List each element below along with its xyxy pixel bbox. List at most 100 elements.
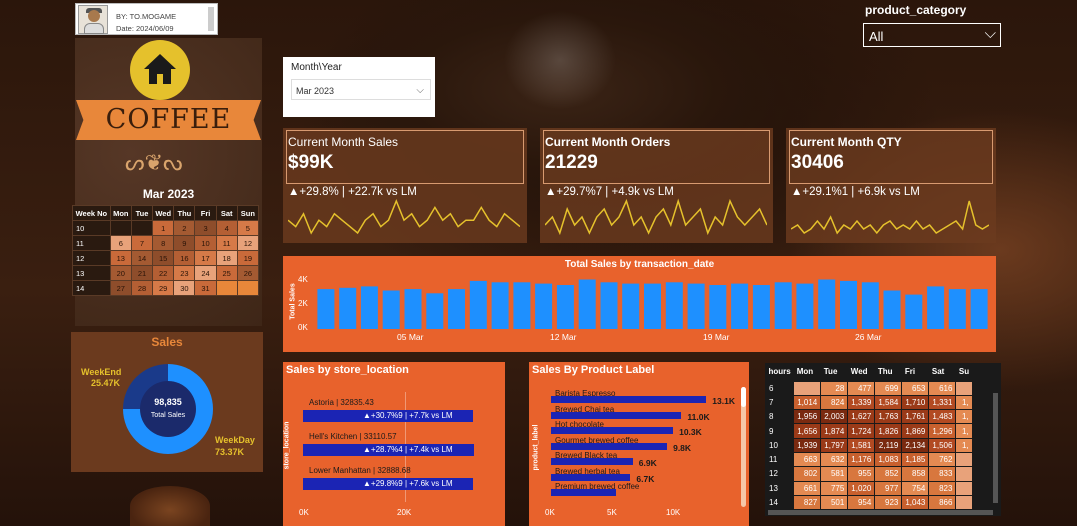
matrix-cell[interactable]: 833 (928, 466, 957, 482)
matrix-cell[interactable]: 1,014 (793, 394, 822, 411)
matrix-cell[interactable]: 1,185 (901, 451, 930, 468)
date-bar[interactable] (535, 283, 553, 329)
date-bar[interactable] (578, 279, 596, 330)
matrix-cell[interactable]: 1,956 (793, 409, 822, 425)
calendar-day[interactable]: 30 (173, 280, 196, 296)
calendar-day[interactable]: 15 (152, 250, 175, 266)
date-bar[interactable] (752, 285, 770, 329)
horizontal-scrollbar[interactable] (768, 510, 993, 515)
date-bar[interactable] (491, 282, 509, 329)
matrix-cell[interactable]: 824 (820, 394, 849, 411)
product-bar[interactable] (551, 458, 633, 465)
date-bar[interactable] (469, 280, 487, 329)
vertical-scrollbar[interactable] (993, 393, 998, 503)
date-bar[interactable] (339, 287, 357, 329)
matrix-cell[interactable]: 1,761 (901, 409, 930, 425)
matrix-cell[interactable]: 1,176 (847, 451, 876, 468)
matrix-cell[interactable] (955, 380, 973, 396)
vertical-scrollbar[interactable] (741, 387, 746, 507)
matrix-cell[interactable]: 616 (928, 380, 957, 396)
matrix-cell[interactable]: 977 (874, 480, 903, 496)
matrix-cell[interactable]: 866 (928, 494, 957, 511)
calendar-day[interactable]: 20 (109, 265, 132, 281)
date-bar[interactable] (731, 283, 749, 329)
matrix-cell[interactable]: 699 (874, 380, 903, 396)
matrix-cell[interactable]: 1,874 (820, 423, 849, 439)
calendar-day[interactable]: 31 (194, 280, 217, 296)
date-bar[interactable] (622, 283, 640, 329)
date-bar[interactable] (905, 294, 923, 329)
matrix-cell[interactable]: 1,483 (928, 409, 957, 425)
matrix-cell[interactable]: 661 (793, 480, 822, 496)
product-bar[interactable] (551, 473, 631, 481)
date-bar[interactable] (556, 285, 574, 329)
date-bar[interactable] (948, 289, 966, 329)
date-bar[interactable] (317, 289, 335, 329)
matrix-cell[interactable]: 1,869 (901, 423, 930, 439)
product-bar[interactable] (551, 411, 682, 419)
matrix-cell[interactable]: 1,581 (847, 437, 876, 453)
date-bar[interactable] (970, 289, 988, 329)
date-bar[interactable] (687, 283, 705, 329)
calendar-day[interactable]: 22 (152, 265, 175, 281)
date-bar[interactable] (382, 290, 400, 330)
matrix-cell[interactable]: 1,584 (874, 394, 903, 411)
matrix-cell[interactable]: 852 (874, 466, 903, 482)
calendar-day[interactable]: 1 (152, 220, 175, 236)
matrix-cell[interactable]: 1,763 (874, 409, 903, 425)
matrix-cell[interactable]: 653 (901, 380, 930, 396)
matrix-cell[interactable]: 28 (820, 380, 849, 396)
matrix-cell[interactable] (955, 494, 973, 511)
matrix-cell[interactable]: 1,506 (928, 437, 957, 453)
calendar-day[interactable] (130, 220, 154, 236)
matrix-cell[interactable]: 762 (928, 451, 957, 468)
home-button[interactable] (130, 40, 190, 100)
product-bar[interactable] (551, 489, 617, 496)
calendar-day[interactable]: 23 (173, 265, 196, 281)
matrix-cell[interactable]: 1,083 (874, 451, 903, 468)
date-bar[interactable] (404, 289, 422, 329)
calendar-day[interactable]: 11 (215, 235, 238, 251)
product-bar[interactable] (551, 427, 674, 434)
calendar-day[interactable]: 26 (236, 265, 260, 281)
matrix-cell[interactable]: 802 (793, 466, 822, 482)
matrix-cell[interactable]: 754 (901, 480, 930, 496)
product-bar[interactable] (551, 442, 668, 450)
matrix-cell[interactable]: 2,134 (901, 437, 930, 453)
matrix-cell[interactable] (955, 480, 973, 496)
date-bar[interactable] (426, 293, 444, 329)
date-bar[interactable] (709, 285, 727, 329)
calendar-day[interactable]: 19 (236, 250, 260, 266)
product-bar[interactable] (551, 396, 707, 403)
matrix-cell[interactable]: 1,656 (793, 423, 822, 439)
matrix-cell[interactable]: 663 (793, 451, 822, 468)
matrix-cell[interactable]: 827 (793, 494, 822, 511)
date-bar[interactable] (600, 282, 618, 329)
calendar-day[interactable]: 10 (194, 235, 217, 251)
matrix-cell[interactable]: 1, (955, 423, 973, 439)
calendar-day[interactable] (215, 280, 238, 296)
matrix-cell[interactable]: 1, (955, 394, 973, 411)
matrix-cell[interactable]: 858 (901, 466, 930, 482)
matrix-cell[interactable]: 923 (874, 494, 903, 511)
matrix-cell[interactable]: 1,724 (847, 423, 876, 439)
calendar-day[interactable]: 2 (173, 220, 196, 236)
date-bar[interactable] (883, 290, 901, 330)
matrix-cell[interactable]: 775 (820, 480, 849, 496)
calendar-day[interactable]: 8 (152, 235, 175, 251)
matrix-cell[interactable]: 955 (847, 466, 876, 482)
matrix-cell[interactable] (793, 380, 822, 396)
date-bar[interactable] (513, 282, 531, 329)
matrix-cell[interactable]: 1,627 (847, 409, 876, 425)
scroll-thumb[interactable] (741, 387, 746, 407)
matrix-cell[interactable]: 1,826 (874, 423, 903, 439)
matrix-cell[interactable] (955, 451, 973, 468)
matrix-cell[interactable]: 1,797 (820, 437, 849, 453)
matrix-cell[interactable]: 1,939 (793, 437, 822, 453)
calendar-day[interactable]: 17 (194, 250, 217, 266)
calendar-day[interactable]: 27 (109, 280, 132, 296)
matrix-cell[interactable]: 1,339 (847, 394, 876, 411)
calendar-day[interactable]: 29 (152, 280, 175, 296)
matrix-cell[interactable]: 1,020 (847, 480, 876, 496)
calendar-day[interactable]: 9 (173, 235, 196, 251)
